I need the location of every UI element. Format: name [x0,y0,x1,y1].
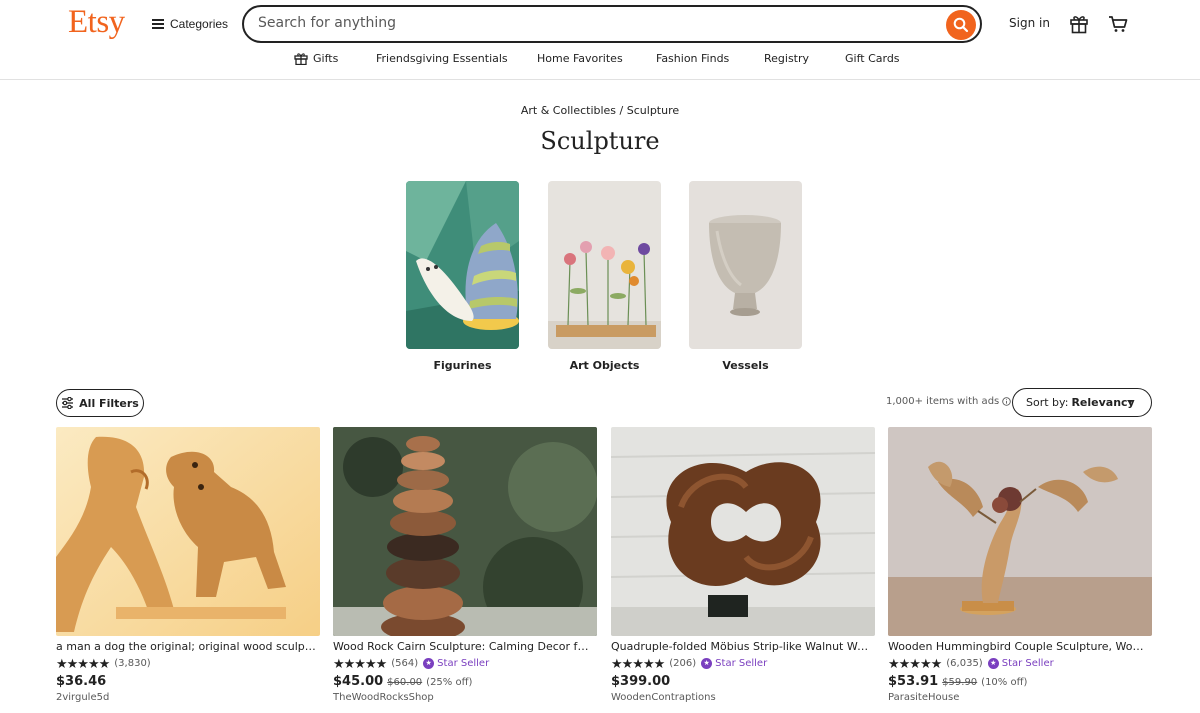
sort-prefix: Sort by: [1026,396,1069,409]
price-row: $36.46 [56,674,320,689]
listing-price: $45.00 [333,674,384,689]
star-seller-icon: ★ [423,658,435,669]
listing-card[interactable]: a man a dog the original; original wood … [56,427,320,703]
price-row: $399.00 [611,674,875,689]
review-count: (206) [669,658,697,669]
discount-label: (25% off) [426,677,473,688]
star-seller-badge: ★ Star Seller [423,658,489,669]
subcategory-label: Art Objects [569,359,640,372]
listing-price: $36.46 [56,674,107,689]
listing-card[interactable]: Wooden Hummingbird Couple Sculpture, Woo… [888,427,1152,703]
breadcrumb-link-sculpture[interactable]: Sculpture [627,104,679,117]
cart-icon[interactable] [1107,14,1129,34]
categories-button[interactable]: Categories [152,14,228,34]
discount-label: (10% off) [981,677,1028,688]
star-seller-label: Star Seller [437,658,490,669]
listing-card[interactable]: Quadruple-folded Möbius Strip-like Walnu… [611,427,875,703]
subcategory-vessels[interactable]: Vessels [689,181,802,372]
star-rating-icon: ★★★★★ [888,655,942,671]
original-price: $60.00 [387,677,423,688]
subcategory-art-objects[interactable]: Art Objects [548,181,661,372]
nav-item-gifts[interactable]: Gifts [294,52,338,65]
star-rating-icon: ★★★★★ [56,655,110,671]
listing-rating: ★★★★★ (6,035) ★ Star Seller [888,656,1152,671]
listing-rating: ★★★★★ (3,830) [56,656,320,671]
star-seller-label: Star Seller [715,658,768,669]
search-button[interactable] [946,10,976,40]
subcategory-figurines[interactable]: Figurines [406,181,519,372]
shop-name[interactable]: 2virgule5d [56,692,320,703]
sign-in-link[interactable]: Sign in [1009,16,1050,30]
shop-name[interactable]: ParasiteHouse [888,692,1152,703]
search-icon [953,17,969,33]
breadcrumb-link-art-collectibles[interactable]: Art & Collectibles [521,104,616,117]
listing-image[interactable] [56,427,320,636]
gift-icon [294,53,308,65]
search-bar [242,5,982,43]
listing-title[interactable]: Wood Rock Cairn Sculpture: Calming Decor… [333,640,595,653]
star-seller-badge: ★ Star Seller [987,658,1054,669]
star-seller-icon: ★ [987,658,999,669]
listing-image[interactable] [333,427,597,636]
review-count: (6,035) [946,658,983,669]
star-seller-badge: ★ Star Seller [701,658,767,669]
categories-label: Categories [170,17,229,31]
price-row: $53.91 $59.90 (10% off) [888,674,1152,689]
listing-title[interactable]: Wooden Hummingbird Couple Sculpture, Woo… [888,640,1150,653]
results-count: 1,000+ items with ads [886,396,1011,407]
listing-image[interactable] [611,427,875,636]
subcategory-label: Vessels [722,359,769,372]
site-header: Etsy Categories Sign in [0,0,1200,80]
shop-name[interactable]: TheWoodRocksShop [333,692,597,703]
etsy-logo[interactable]: Etsy [68,4,125,41]
all-filters-button[interactable]: All Filters [56,389,144,417]
listing-price: $399.00 [611,674,671,689]
nav-item-label: Gifts [313,52,339,65]
subcategory-image [548,181,661,349]
gift-icon[interactable] [1068,14,1090,34]
price-row: $45.00 $60.00 (25% off) [333,674,597,689]
sort-dropdown[interactable]: Sort by: Relevancy [1012,388,1152,417]
listing-rating: ★★★★★ (564) ★ Star Seller [333,656,597,671]
listing-title[interactable]: a man a dog the original; original wood … [56,640,318,653]
listing-image[interactable] [888,427,1152,636]
shop-name[interactable]: WoodenContraptions [611,692,875,703]
star-seller-icon: ★ [701,658,713,669]
search-input[interactable] [258,15,928,31]
breadcrumb-separator: / [619,104,624,117]
listing-price: $53.91 [888,674,939,689]
breadcrumb: Art & Collectibles / Sculpture [0,104,1200,117]
listing-rating: ★★★★★ (206) ★ Star Seller [611,656,875,671]
original-price: $59.90 [942,677,978,688]
filter-sliders-icon [62,397,74,409]
caret-down-icon [1127,400,1133,404]
sort-value: Relevancy [1071,396,1135,409]
top-nav: Gifts Friendsgiving Essentials Home Favo… [0,52,1200,70]
subcategory-label: Figurines [433,359,492,372]
listing-title[interactable]: Quadruple-folded Möbius Strip-like Walnu… [611,640,873,653]
nav-item-friendsgiving[interactable]: Friendsgiving Essentials [376,52,508,65]
star-seller-label: Star Seller [1001,658,1054,669]
nav-item-fashion-finds[interactable]: Fashion Finds [656,52,729,65]
subcategory-image [406,181,519,349]
review-count: (3,830) [114,658,151,669]
listing-card[interactable]: Wood Rock Cairn Sculpture: Calming Decor… [333,427,597,703]
all-filters-label: All Filters [79,396,139,410]
hamburger-icon [152,19,164,29]
results-count-text: 1,000+ items with ads [886,396,1000,407]
nav-item-gift-cards[interactable]: Gift Cards [845,52,900,65]
info-icon[interactable] [1002,397,1011,406]
star-rating-icon: ★★★★★ [333,655,387,671]
nav-item-home-favorites[interactable]: Home Favorites [537,52,623,65]
page-title: Sculpture [540,127,660,155]
review-count: (564) [391,658,419,669]
subcategory-image [689,181,802,349]
nav-item-registry[interactable]: Registry [764,52,809,65]
star-rating-icon: ★★★★★ [611,655,665,671]
